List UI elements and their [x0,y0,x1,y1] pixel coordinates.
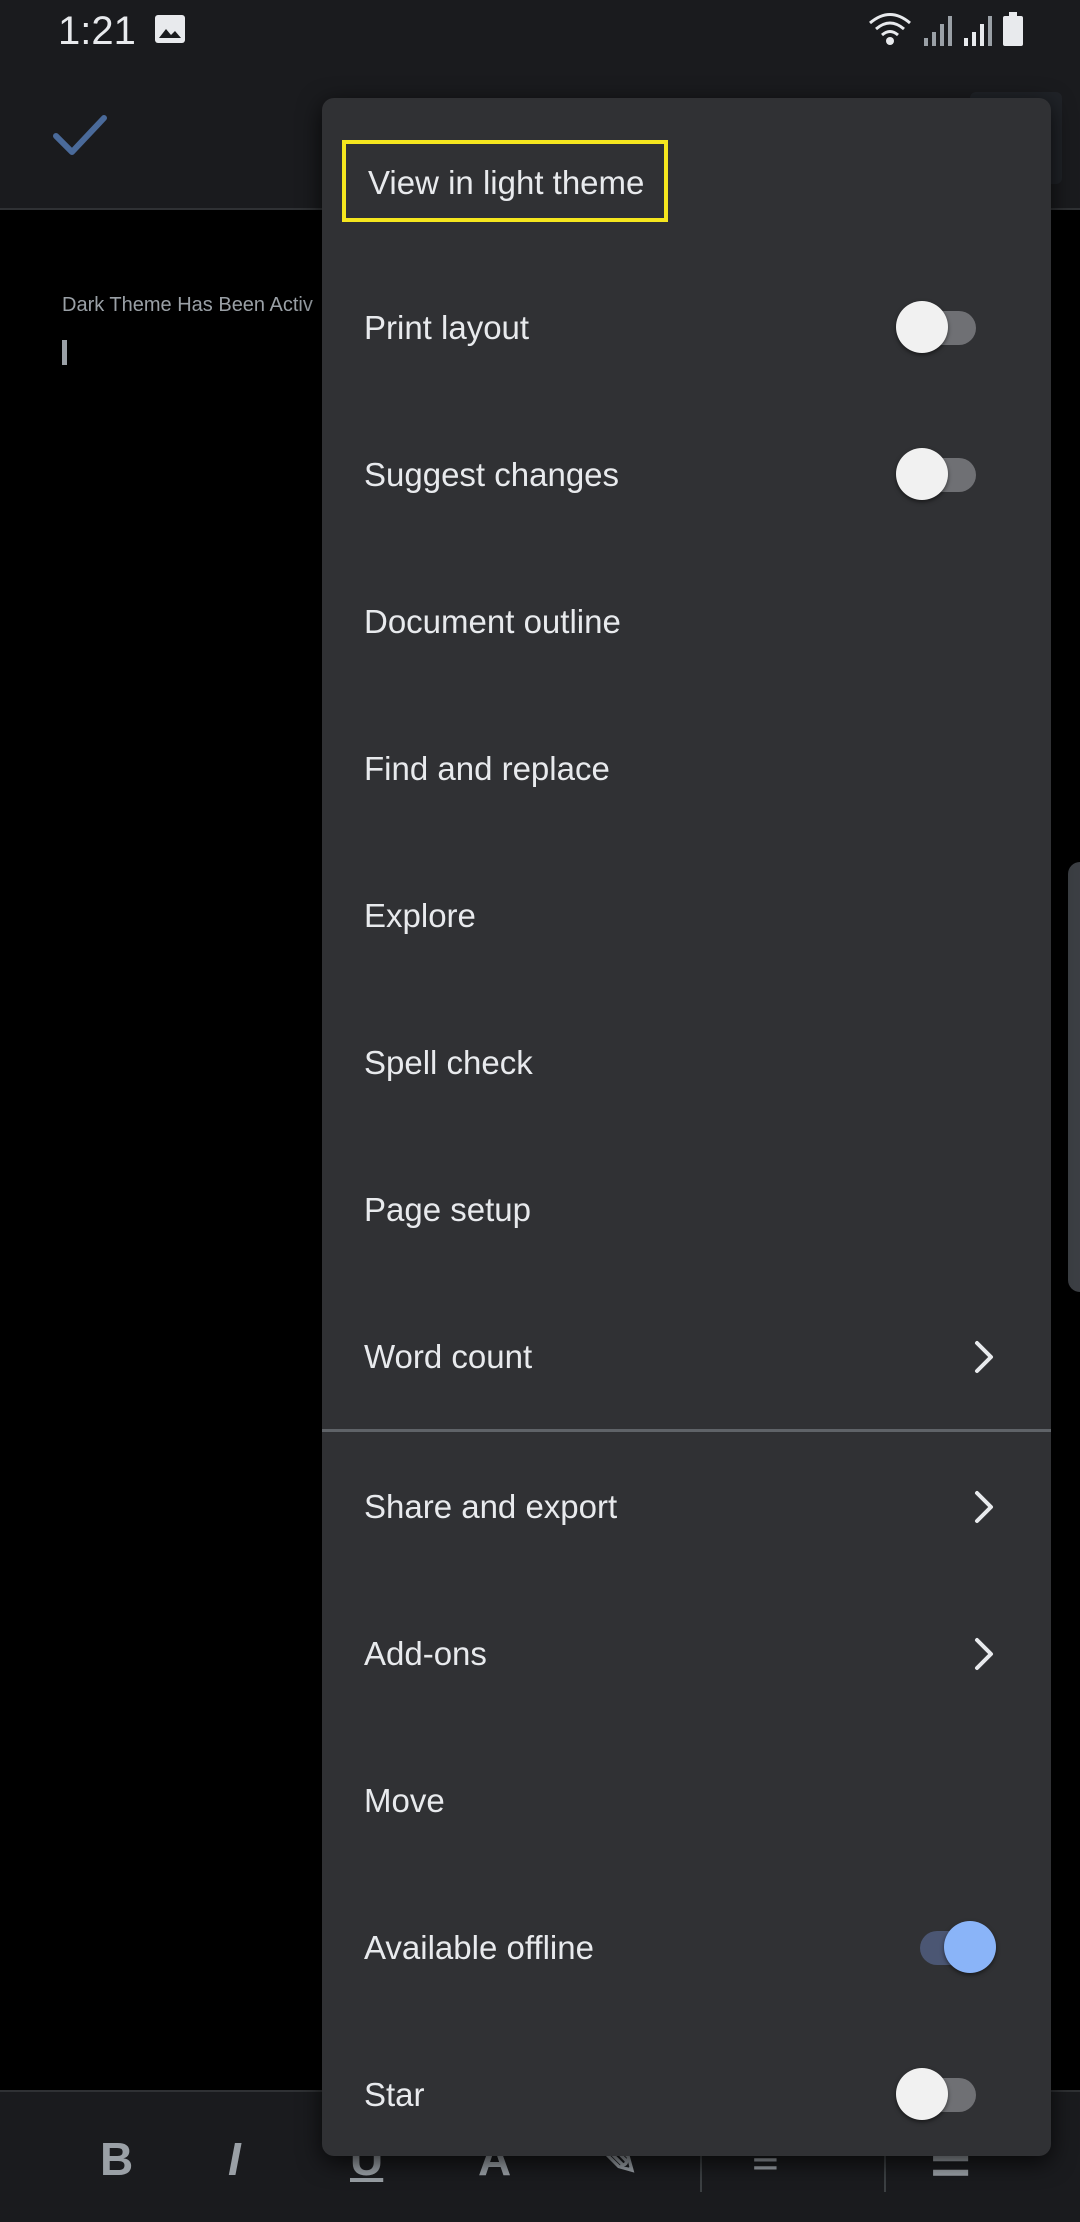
menu-item-label: Share and export [364,1488,618,1525]
available-offline-toggle[interactable] [896,1907,996,1989]
italic-icon[interactable]: I [228,2132,241,2186]
menu-divider [322,1429,1051,1432]
battery-icon [1003,12,1023,46]
menu-item-label: Word count [364,1338,533,1375]
menu-item-print-layout[interactable]: Print layout [322,255,1051,401]
menu-item-label: Spell check [364,1044,533,1081]
suggest-changes-toggle[interactable] [896,434,978,516]
signal-icon-2 [964,16,992,46]
status-time: 1:21 [58,9,136,53]
menu-item-label: Page setup [364,1191,531,1228]
chevron-right-icon [975,1491,993,1523]
status-icons [868,12,1024,46]
menu-item-label: View in light theme [342,140,669,222]
signal-icon [924,16,952,46]
status-bar: 1:21 [0,0,1080,62]
menu-item-suggest-changes[interactable]: Suggest changes [322,402,1051,548]
overflow-menu: View in light theme Print layout Suggest… [322,98,1051,2156]
chevron-right-icon [975,1341,993,1373]
menu-item-label: Move [364,1782,445,1819]
menu-item-document-outline[interactable]: Document outline [322,549,1051,695]
wifi-icon [869,13,911,45]
scrollbar[interactable] [1068,862,1080,1292]
print-layout-toggle[interactable] [896,287,978,369]
menu-item-word-count[interactable]: Word count [322,1284,1051,1430]
star-toggle[interactable] [896,2054,978,2136]
document-body-text: Dark Theme Has Been Activ [62,294,313,316]
menu-item-label: Print layout [364,309,530,346]
menu-item-share-and-export[interactable]: Share and export [322,1434,1051,1580]
menu-item-page-setup[interactable]: Page setup [322,1137,1051,1283]
check-icon[interactable] [50,110,110,160]
bold-icon[interactable]: B [100,2132,133,2186]
menu-item-label: Find and replace [364,750,610,787]
image-notification-icon [155,15,185,43]
menu-item-find-and-replace[interactable]: Find and replace [322,696,1051,842]
menu-item-view-in-light-theme[interactable]: View in light theme [322,108,1051,254]
menu-item-label: Add-ons [364,1635,487,1672]
chevron-right-icon [975,1638,993,1670]
menu-item-star[interactable]: Star [322,2022,1051,2168]
menu-item-add-ons[interactable]: Add-ons [322,1581,1051,1727]
menu-item-label: Star [364,2076,425,2113]
menu-item-label: Explore [364,897,476,934]
menu-item-explore[interactable]: Explore [322,843,1051,989]
menu-item-label: Document outline [364,603,621,640]
text-cursor [62,340,67,365]
menu-item-available-offline[interactable]: Available offline [322,1875,1051,2021]
menu-item-move[interactable]: Move [322,1728,1051,1874]
menu-item-label: Available offline [364,1929,594,1966]
menu-item-spell-check[interactable]: Spell check [322,990,1051,1136]
menu-item-label: Suggest changes [364,456,620,493]
